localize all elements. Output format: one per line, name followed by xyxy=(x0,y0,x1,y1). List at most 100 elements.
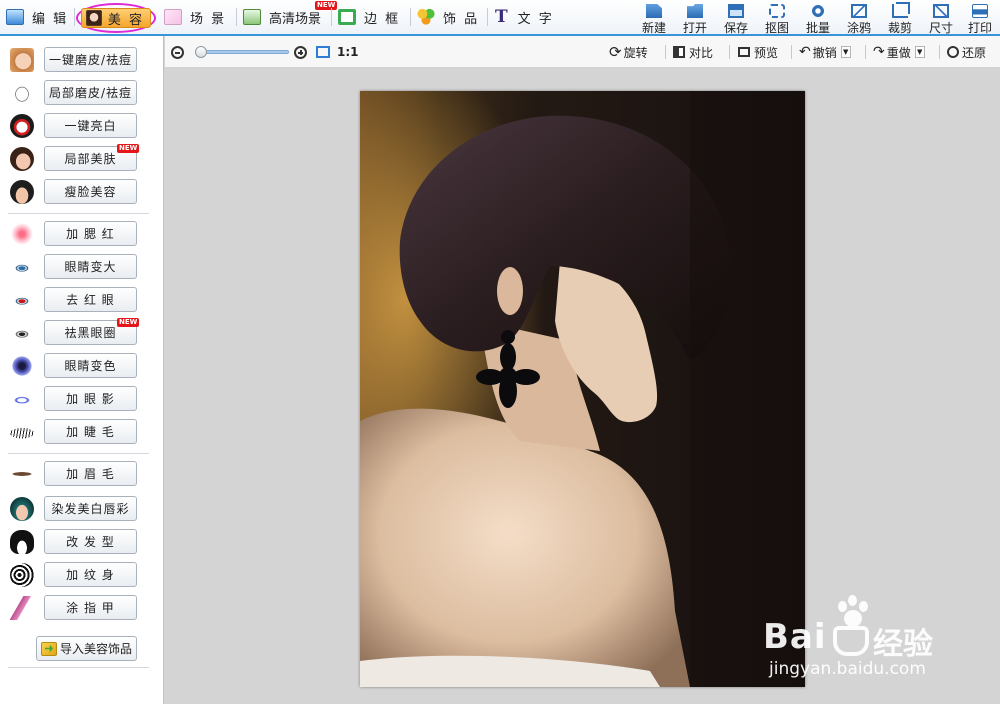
fit-screen-icon xyxy=(316,46,330,58)
man-face-icon xyxy=(10,180,34,204)
nail-button[interactable]: 涂 指 甲 xyxy=(44,595,137,620)
beauty-face-icon xyxy=(85,10,102,26)
open-button-label: 打开 xyxy=(682,21,707,35)
eyeshadow-button[interactable]: 加 眼 影 xyxy=(44,386,137,411)
import-beauty-items-button[interactable]: 导入美容饰品 xyxy=(36,636,137,661)
eye-color-button[interactable]: 眼睛变色 xyxy=(44,353,137,378)
sidebar-item-import[interactable]: 导入美容饰品 xyxy=(0,636,164,662)
restore-label: 还原 xyxy=(962,45,987,60)
doodle-brush-icon xyxy=(851,4,867,18)
smooth-skin-button[interactable]: 一键磨皮/祛痘 xyxy=(44,47,137,72)
red-eye-button[interactable]: 去 红 眼 xyxy=(44,287,137,312)
printer-icon xyxy=(972,4,988,18)
blush-button[interactable]: 加 腮 红 xyxy=(44,221,137,246)
image-canvas-area: Bai 经验 jingyan.baidu.com xyxy=(165,69,1000,704)
open-button[interactable]: 打开 xyxy=(677,2,713,35)
hair-color-button[interactable]: 染发美白唇彩 xyxy=(44,496,137,521)
zoom-in-button[interactable] xyxy=(294,44,307,60)
zoom-out-icon xyxy=(171,45,184,59)
sidebar-item-local-smooth[interactable]: 局部磨皮/祛痘 xyxy=(0,80,164,106)
tab-scene-label: 场 景 xyxy=(190,11,227,27)
sidebar-item-eyebrow[interactable]: 加 眉 毛 xyxy=(0,461,164,487)
sidebar-item-eyeshadow[interactable]: 加 眼 影 xyxy=(0,386,164,412)
undo-button[interactable]: ↶ 撤销 ▼ xyxy=(799,44,851,60)
import-folder-icon xyxy=(41,641,57,656)
sidebar-item-tattoo[interactable]: 加 纹 身 xyxy=(0,562,164,588)
new-button[interactable]: 新建 xyxy=(636,2,672,35)
sidebar-item-blush[interactable]: 加 腮 红 xyxy=(0,221,164,247)
local-smooth-button[interactable]: 局部磨皮/祛痘 xyxy=(44,80,137,105)
tab-hd-scene[interactable]: 高清场景 NEW xyxy=(243,1,338,29)
sidebar-item-eyelash[interactable]: 加 睫 毛 xyxy=(0,419,164,445)
sidebar-item-local-beautify[interactable]: 局部美肤 NEW xyxy=(0,144,164,172)
compare-button[interactable]: 对比 xyxy=(673,44,713,60)
tab-scene[interactable]: 场 景 xyxy=(164,5,226,29)
watermark-du-paw xyxy=(833,626,869,656)
doodle-button[interactable]: 涂鸦 xyxy=(841,2,877,35)
redo-button[interactable]: ↷ 重做 ▼ xyxy=(873,44,925,60)
slim-face-button[interactable]: 瘦脸美容 xyxy=(44,179,137,204)
edit-icon xyxy=(6,9,24,25)
undo-label: 撤销 xyxy=(812,45,837,60)
tab-divider xyxy=(236,8,237,26)
eyelash-button[interactable]: 加 睫 毛 xyxy=(44,419,137,444)
tab-text[interactable]: T 文 字 xyxy=(495,5,554,29)
iris-icon xyxy=(10,354,34,378)
tab-edit-label: 编 辑 xyxy=(32,11,69,27)
scene-icon xyxy=(164,9,182,25)
sidebar-item-hair-color[interactable]: 染发美白唇彩 xyxy=(0,496,164,522)
save-button[interactable]: 保存 xyxy=(718,2,754,35)
sidebar-item-dark-circles[interactable]: 祛黑眼圈 NEW xyxy=(0,318,164,346)
tattoo-button[interactable]: 加 纹 身 xyxy=(44,562,137,587)
batch-button[interactable]: 批量 xyxy=(800,2,836,35)
portrait-illustration xyxy=(360,91,805,687)
zoom-slider[interactable] xyxy=(194,46,289,58)
sidebar-item-smooth-skin[interactable]: 一键磨皮/祛痘 xyxy=(0,47,164,73)
tab-beauty[interactable]: 美 容 xyxy=(76,3,156,33)
restore-button[interactable]: 还原 xyxy=(947,44,986,60)
baidu-jingyan-watermark: Bai 经验 jingyan.baidu.com xyxy=(763,595,963,685)
zoom-slider-thumb[interactable] xyxy=(194,46,207,58)
eyebrow-button[interactable]: 加 眉 毛 xyxy=(44,461,137,486)
batch-gear-icon xyxy=(810,4,826,18)
edited-portrait-photo[interactable] xyxy=(360,91,805,687)
redo-dropdown-icon[interactable]: ▼ xyxy=(914,46,925,58)
eyebrow-icon xyxy=(10,462,34,486)
sidebar-item-hairstyle[interactable]: 改 发 型 xyxy=(0,529,164,555)
sidebar-item-enlarge-eyes[interactable]: 眼睛变大 xyxy=(0,254,164,280)
print-button[interactable]: 打印 xyxy=(962,2,998,35)
toolbar-divider xyxy=(665,45,666,59)
whiten-button[interactable]: 一键亮白 xyxy=(44,113,137,138)
undo-dropdown-icon[interactable]: ▼ xyxy=(840,46,851,58)
preview-button[interactable]: 预览 xyxy=(738,44,778,60)
tab-edit[interactable]: 编 辑 xyxy=(6,5,68,29)
enlarge-eyes-button[interactable]: 眼睛变大 xyxy=(44,254,137,279)
new-badge: NEW xyxy=(315,1,338,10)
undo-icon: ↶ xyxy=(799,44,811,60)
batch-button-label: 批量 xyxy=(805,21,830,35)
eye-red-icon xyxy=(10,288,34,312)
tab-border[interactable]: 边 框 xyxy=(338,5,400,29)
border-frame-icon xyxy=(338,9,356,25)
tab-text-label: 文 字 xyxy=(517,11,554,27)
crop-button-label: 裁剪 xyxy=(887,21,912,35)
actual-size-button[interactable]: 1:1 xyxy=(337,44,359,60)
new-badge: NEW xyxy=(117,144,140,153)
text-t-icon: T xyxy=(495,7,508,27)
tab-accessory[interactable]: 饰 品 xyxy=(417,5,479,29)
sidebar-item-nail[interactable]: 涂 指 甲 xyxy=(0,595,164,621)
cutout-button[interactable]: 抠图 xyxy=(759,2,795,35)
sidebar-item-whiten[interactable]: 一键亮白 xyxy=(0,113,164,139)
fit-screen-button[interactable] xyxy=(316,44,330,60)
tab-divider xyxy=(487,8,488,26)
crop-icon xyxy=(892,4,908,18)
crop-button[interactable]: 裁剪 xyxy=(882,2,918,35)
rotate-label: 旋转 xyxy=(623,45,648,60)
zoom-out-button[interactable] xyxy=(171,44,184,60)
hairstyle-button[interactable]: 改 发 型 xyxy=(44,529,137,554)
rotate-button[interactable]: ⟳ 旋转 xyxy=(609,43,648,61)
sidebar-item-slim-face[interactable]: 瘦脸美容 xyxy=(0,179,164,205)
resize-button[interactable]: 尺寸 xyxy=(923,2,959,35)
sidebar-item-red-eye[interactable]: 去 红 眼 xyxy=(0,287,164,313)
sidebar-item-eye-color[interactable]: 眼睛变色 xyxy=(0,353,164,379)
